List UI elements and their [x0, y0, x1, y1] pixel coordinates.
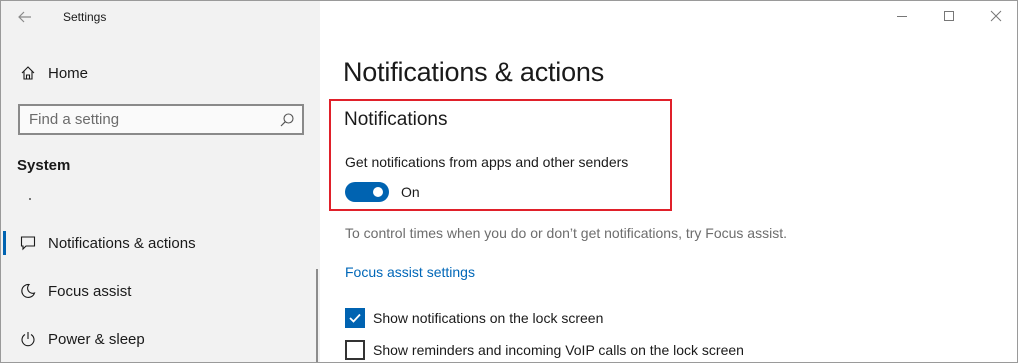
checkmark-icon — [349, 313, 361, 323]
page-title: Notifications & actions — [343, 57, 605, 87]
notifications-heading: Notifications — [344, 109, 448, 130]
truncated-item-indicator — [29, 198, 31, 200]
sidebar-item-label: Power & sleep — [48, 330, 145, 348]
search-icon[interactable] — [279, 112, 295, 128]
app-title: Settings — [63, 10, 107, 24]
lock-screen-reminders-checkbox[interactable] — [345, 340, 365, 360]
close-button[interactable] — [972, 1, 1017, 31]
sidebar-item-label: Focus assist — [48, 282, 132, 300]
lock-screen-reminders-option[interactable]: Show reminders and incoming VoIP calls o… — [345, 340, 744, 360]
section-heading: System — [17, 157, 71, 174]
focus-assist-settings-link[interactable]: Focus assist settings — [345, 264, 475, 280]
sidebar-scrollbar[interactable] — [316, 269, 318, 362]
sidebar-item-home[interactable]: Home — [1, 57, 320, 89]
sidebar-item-label: Home — [48, 64, 89, 82]
close-icon — [990, 10, 1001, 22]
maximize-icon — [943, 11, 954, 21]
title-bar: Settings — [1, 1, 320, 33]
message-icon — [19, 234, 37, 252]
search-input[interactable] — [29, 111, 269, 128]
sidebar: Settings Home System — [1, 1, 320, 362]
back-button[interactable] — [14, 7, 36, 27]
search-box — [18, 104, 304, 135]
moon-icon — [19, 282, 37, 300]
back-arrow-icon — [18, 11, 31, 23]
sidebar-item-notifications-actions[interactable]: Notifications & actions — [1, 225, 320, 261]
active-indicator — [3, 231, 6, 255]
minimize-button[interactable] — [878, 1, 925, 31]
notifications-toggle[interactable] — [345, 182, 389, 202]
lock-screen-notifications-option[interactable]: Show notifications on the lock screen — [345, 308, 603, 328]
sidebar-item-power-sleep[interactable]: Power & sleep — [1, 321, 320, 357]
checkbox-label: Show reminders and incoming VoIP calls o… — [373, 342, 744, 358]
power-icon — [19, 330, 37, 348]
main-content: Notifications & actions Notifications Ge… — [320, 1, 1017, 362]
focus-assist-hint: To control times when you do or don’t ge… — [345, 225, 787, 241]
home-icon — [19, 64, 37, 82]
minimize-icon — [896, 16, 907, 17]
checkbox-label: Show notifications on the lock screen — [373, 310, 604, 326]
sidebar-item-label: Notifications & actions — [48, 234, 196, 252]
maximize-button[interactable] — [925, 1, 972, 31]
settings-window: Settings Home System — [0, 0, 1018, 363]
lock-screen-notifications-checkbox[interactable] — [345, 308, 365, 328]
notifications-description: Get notifications from apps and other se… — [345, 154, 629, 170]
toggle-state-label: On — [401, 184, 420, 200]
sidebar-item-focus-assist[interactable]: Focus assist — [1, 273, 320, 309]
toggle-knob — [373, 187, 383, 197]
window-controls — [878, 1, 1017, 33]
